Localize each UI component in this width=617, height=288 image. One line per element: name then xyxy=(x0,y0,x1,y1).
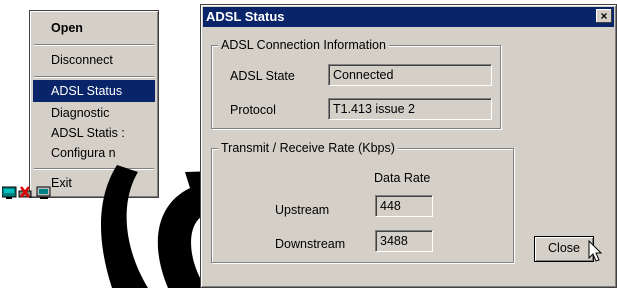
adsl-state-label: ADSL State xyxy=(230,69,295,83)
adsl-state-field: Connected xyxy=(328,64,492,86)
rate-group: Transmit / Receive Rate (Kbps) Data Rate… xyxy=(211,141,514,263)
connection-info-group: ADSL Connection Information ADSL State C… xyxy=(211,38,501,129)
protocol-field: T1.413 issue 2 xyxy=(328,98,492,120)
rate-group-title: Transmit / Receive Rate (Kbps) xyxy=(218,141,398,155)
downstream-rate-field: 3488 xyxy=(375,230,433,252)
upstream-rate-field: 448 xyxy=(375,195,433,217)
connection-info-group-title: ADSL Connection Information xyxy=(218,38,389,52)
adsl-status-window: ADSL Status × ADSL Connection Informatio… xyxy=(200,4,617,288)
window-title: ADSL Status xyxy=(206,9,285,24)
close-icon[interactable]: × xyxy=(596,9,612,23)
window-titlebar: ADSL Status × xyxy=(203,7,614,27)
downstream-label: Downstream xyxy=(275,237,346,251)
close-button[interactable]: Close xyxy=(534,236,594,262)
data-rate-column-header: Data Rate xyxy=(374,171,431,185)
protocol-label: Protocol xyxy=(230,103,276,117)
mouse-cursor-icon xyxy=(588,240,603,262)
upstream-label: Upstream xyxy=(275,203,330,217)
